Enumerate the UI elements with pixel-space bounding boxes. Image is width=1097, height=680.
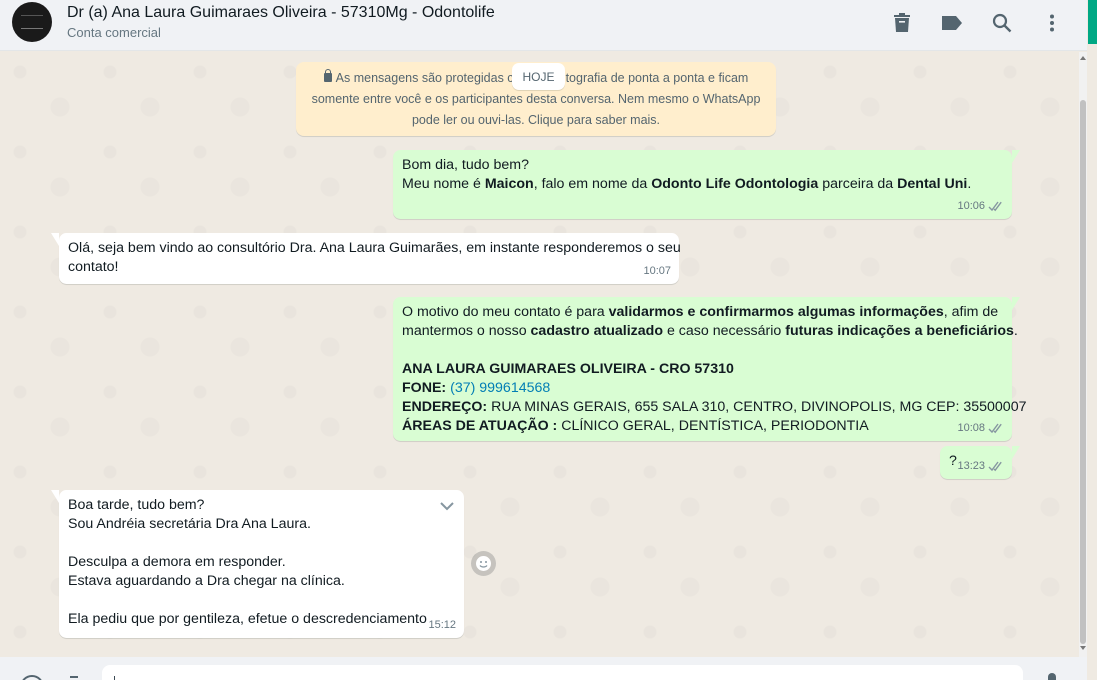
read-ticks-icon	[988, 201, 1004, 212]
message-input[interactable]	[102, 665, 1023, 680]
message-time: 10:07	[643, 265, 671, 277]
message-text: Estava aguardando a Dra chegar na clínic…	[68, 573, 345, 589]
window-accent-bar	[1088, 0, 1097, 44]
message-text: ANA LAURA GUIMARAES OLIVEIRA - CRO 57310	[402, 361, 734, 377]
text-caret	[114, 676, 115, 680]
notice-line2: somente entre você e os participantes de…	[311, 92, 761, 106]
message-outgoing[interactable]: ? 13:23	[940, 446, 1020, 479]
chat-header: Dr (a) Ana Laura Guimaraes Oliveira - 57…	[0, 0, 1087, 51]
more-vert-icon[interactable]	[1040, 11, 1064, 35]
scroll-thumb[interactable]	[1080, 100, 1086, 644]
message-text: mantermos o nosso cadastro atualizado e …	[402, 323, 1018, 339]
delete-icon[interactable]	[890, 11, 914, 35]
scroll-down-arrow-icon[interactable]	[1080, 646, 1086, 650]
react-emoji-icon[interactable]	[471, 551, 496, 576]
message-meta: 10:07	[643, 262, 671, 281]
message-text: Meu nome é Maicon, falo em nome da Odont…	[402, 176, 972, 192]
composer-bar	[0, 657, 1087, 680]
message-time: 10:08	[957, 422, 985, 434]
message-meta: 10:06	[957, 197, 1004, 216]
scroll-up-arrow-icon[interactable]	[1080, 56, 1086, 60]
contact-avatar[interactable]	[12, 2, 52, 42]
chevron-down-icon[interactable]	[439, 499, 455, 511]
avatar-logo-icon	[21, 15, 43, 29]
attach-icon[interactable]	[70, 676, 78, 680]
emoji-icon[interactable]	[20, 675, 44, 680]
notice-line1a: As mensagens são protegidas c	[335, 71, 514, 85]
phone-link[interactable]: (37) 999614568	[450, 380, 550, 396]
date-divider: HOJE	[512, 63, 565, 90]
message-text: O motivo do meu contato é para validarmo…	[402, 304, 999, 320]
message-text: FONE: (37) 999614568	[402, 380, 551, 396]
conversation-panel: As mensagens são protegidas c tografia de…	[0, 52, 1077, 657]
message-text: Bom dia, tudo bem?	[402, 157, 529, 173]
contact-subtitle: Conta comercial	[67, 25, 161, 40]
lock-icon	[323, 69, 332, 82]
message-text: Desculpa a demora em responder.	[68, 554, 286, 570]
notice-line3: pode ler ou ouvi-las. Clique para saber …	[411, 113, 661, 127]
message-meta: 10:08	[957, 419, 1004, 438]
message-time: 10:06	[957, 200, 985, 212]
message-text: Ela pediu que por gentileza, efetue o de…	[68, 611, 427, 627]
search-icon[interactable]	[990, 11, 1014, 35]
mic-icon[interactable]	[1048, 673, 1056, 680]
message-incoming[interactable]: Boa tarde, tudo bem? Sou Andréia secretá…	[51, 490, 464, 638]
label-icon[interactable]	[940, 11, 964, 35]
notice-line1b: tografia de ponta a ponta e ficam	[565, 71, 749, 85]
message-outgoing[interactable]: Bom dia, tudo bem? Meu nome é Maicon, fa…	[393, 150, 1020, 219]
message-time: 13:23	[957, 460, 985, 472]
read-ticks-icon	[988, 423, 1004, 434]
message-text: Sou Andréia secretária Dra Ana Laura.	[68, 516, 311, 532]
message-text: Boa tarde, tudo bem?	[68, 497, 205, 513]
chat-scrollbar[interactable]	[1079, 52, 1087, 657]
message-meta: 13:23	[957, 457, 1004, 476]
message-meta: 15:12	[428, 616, 456, 635]
message-text: ENDEREÇO: RUA MINAS GERAIS, 655 SALA 310…	[402, 399, 1027, 415]
message-text: ÁREAS DE ATUAÇÃO : CLÍNICO GERAL, DENTÍS…	[402, 418, 869, 434]
contact-name[interactable]: Dr (a) Ana Laura Guimaraes Oliveira - 57…	[67, 4, 495, 22]
message-text: contato!	[68, 259, 119, 275]
message-time: 15:12	[428, 619, 456, 631]
message-text: Olá, seja bem vindo ao consultório Dra. …	[68, 240, 681, 256]
message-outgoing[interactable]: O motivo do meu contato é para validarmo…	[393, 297, 1027, 441]
message-incoming[interactable]: Olá, seja bem vindo ao consultório Dra. …	[51, 233, 681, 284]
read-ticks-icon	[988, 461, 1004, 472]
